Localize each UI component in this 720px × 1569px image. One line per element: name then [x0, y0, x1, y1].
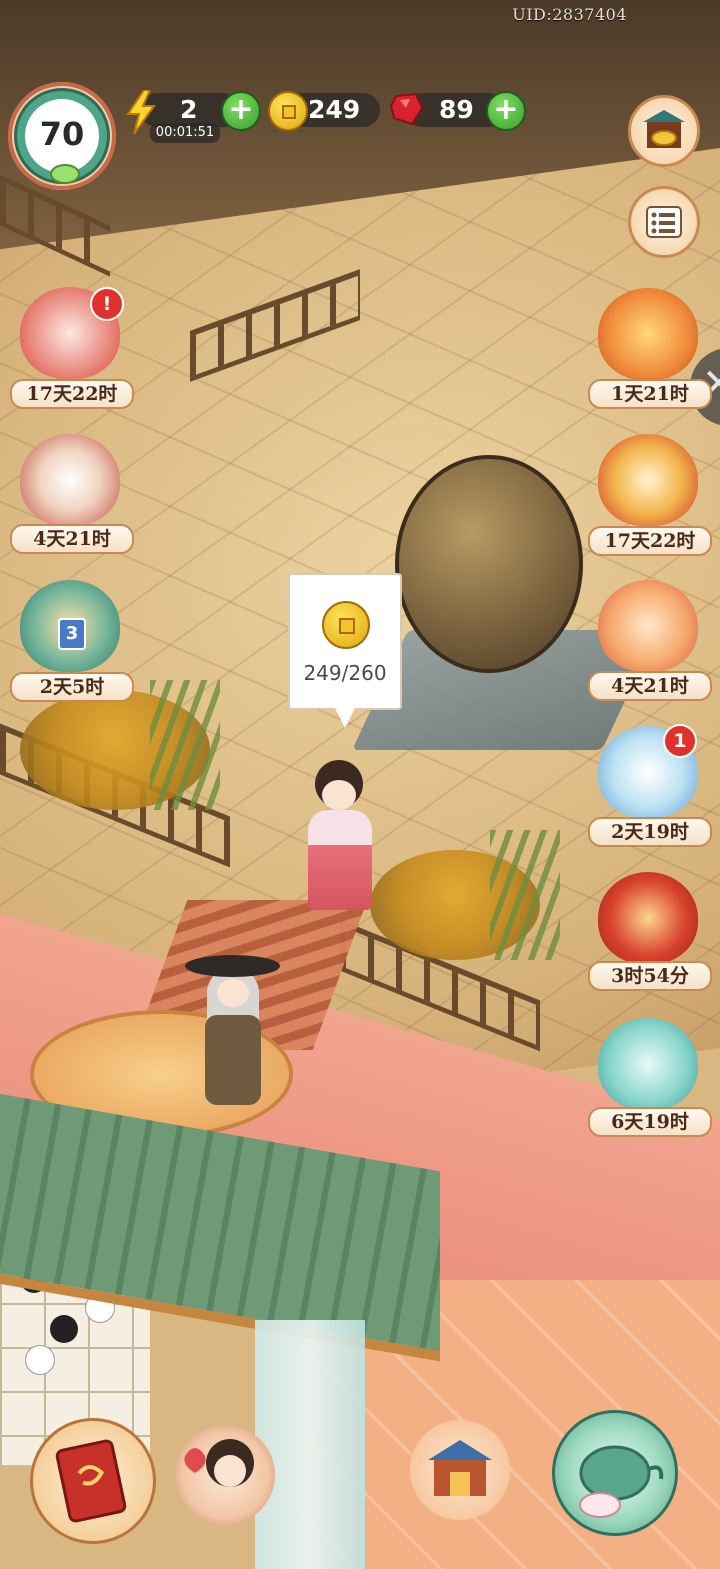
player-level-badge[interactable]: 70 [8, 82, 116, 190]
red-gift-box-icon [598, 872, 698, 964]
notification-badge: 1 [663, 724, 697, 758]
swordsman-hat [185, 955, 280, 977]
bamboo [150, 680, 220, 810]
coin-icon [322, 601, 370, 649]
energy-value: 2 [180, 95, 198, 124]
shop-button[interactable] [410, 1420, 510, 1520]
pavilion-number: 3 [58, 618, 86, 650]
red-envelope-fan-icon [598, 434, 698, 526]
coin-icon [268, 91, 308, 131]
jade-gem-icon [50, 164, 80, 184]
quest-book-button[interactable] [30, 1418, 156, 1544]
menu-list-icon [646, 206, 682, 238]
girl-dress [308, 810, 372, 910]
go-stone-black [50, 1315, 78, 1343]
left-event-1[interactable]: ! 17天22时 [10, 287, 134, 409]
bamboo [490, 830, 560, 960]
right-event-3[interactable]: 4天21时 [588, 580, 712, 701]
girl-face [322, 780, 356, 810]
right-event-2-timer: 17天22时 [588, 526, 712, 556]
add-gems-button[interactable]: + [486, 91, 526, 131]
menu-button[interactable] [628, 186, 700, 258]
character-button[interactable] [175, 1425, 275, 1525]
coin-collect-bubble[interactable]: 249/260 [288, 573, 402, 728]
ruby-icon [390, 92, 424, 126]
coin-value: 249 [308, 95, 361, 124]
white-bird-icon [20, 434, 120, 526]
right-event-2[interactable]: 17天22时 [588, 434, 712, 556]
character-portrait-icon [184, 1439, 254, 1487]
right-event-6[interactable]: 6天19时 [588, 1018, 712, 1138]
tea-house-button[interactable] [552, 1410, 678, 1536]
right-event-5-timer: 3时54分 [588, 961, 712, 991]
swordsman-face [217, 979, 249, 1007]
swordsman-robe [205, 1015, 261, 1105]
add-energy-button[interactable]: + [221, 91, 261, 131]
left-event-2-timer: 4天21时 [10, 524, 134, 554]
right-event-4-timer: 2天19时 [588, 817, 712, 847]
lucky-cat-icon [598, 580, 698, 672]
right-event-6-timer: 6天19时 [588, 1107, 712, 1137]
energy-timer: 00:01:51 [150, 123, 220, 143]
left-event-2[interactable]: 4天21时 [10, 434, 134, 554]
go-stone-white [25, 1345, 55, 1375]
right-event-1-timer: 1天21时 [588, 379, 712, 409]
teapot-rabbit-icon [579, 1445, 664, 1518]
uid-label: UID:2837404 [512, 5, 627, 24]
player-level: 70 [39, 115, 85, 153]
left-event-3[interactable]: 3 2天5时 [10, 580, 134, 702]
swordsman-character[interactable] [185, 945, 280, 1110]
left-event-1-timer: 17天22时 [10, 379, 134, 409]
coin-collect-progress: 249/260 [303, 661, 387, 685]
shop-building-icon [428, 1440, 492, 1496]
blue-gift-box-icon [598, 1018, 698, 1110]
gem-value: 89 [439, 95, 474, 124]
treasure-shop-icon [643, 110, 685, 148]
pavilion-level-3-icon: 3 [20, 580, 120, 672]
left-event-3-timer: 2天5时 [10, 672, 134, 702]
landscape-lantern[interactable] [395, 455, 583, 673]
girl-character[interactable] [300, 760, 380, 910]
right-event-5[interactable]: 3时54分 [588, 872, 712, 992]
right-event-1[interactable]: 1天21时 [588, 288, 712, 409]
right-event-4[interactable]: 1 2天19时 [588, 724, 712, 847]
right-event-3-timer: 4天21时 [588, 671, 712, 701]
alert-badge: ! [90, 287, 124, 321]
jade-scepter-icon [598, 288, 698, 380]
red-book-icon [55, 1439, 127, 1523]
treasure-shop-button[interactable] [628, 95, 700, 167]
